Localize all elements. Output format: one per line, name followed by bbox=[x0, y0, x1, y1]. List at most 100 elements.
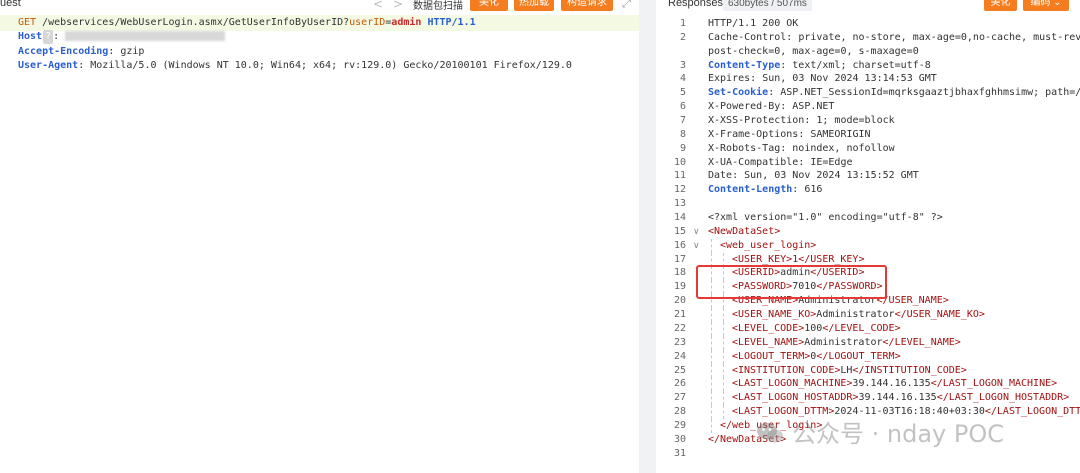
response-line[interactable]: 5 Set-Cookie: ASP.NET_SessionId=mqrksgaaz… bbox=[656, 86, 1080, 100]
header-key: Content-Length bbox=[708, 184, 793, 196]
line-number: 30 bbox=[673, 433, 686, 445]
line-number: 21 bbox=[673, 309, 686, 321]
code-value: : noindex, nofollow bbox=[780, 142, 895, 154]
indent-guide bbox=[711, 418, 712, 433]
code-text: Content-Length: 616 bbox=[708, 183, 822, 197]
xml-tag: <USER_NAME_KO> bbox=[732, 309, 817, 321]
line-number: 14 bbox=[673, 212, 686, 224]
response-pane: Responses 630bytes / 507ms 美化 编码 ⌄ 1 HTTP… bbox=[656, 0, 1080, 473]
response-title: Responses bbox=[668, 0, 724, 9]
response-line[interactable]: 3 Content-Type: text/xml; charset=utf-8 bbox=[656, 59, 1080, 73]
expand-icon[interactable]: ⤢ bbox=[622, 0, 631, 11]
code-text: X-UA-Compatible: IE=Edge bbox=[708, 156, 853, 170]
beautify-button[interactable]: 美化 bbox=[470, 0, 508, 11]
response-line[interactable]: 7 X-XSS-Protection: 1; mode=block bbox=[656, 114, 1080, 128]
line-number: 7 bbox=[679, 115, 686, 127]
request-path: /webservices/WebUserLogin.asmx/GetUserIn… bbox=[42, 17, 350, 28]
response-line[interactable]: 2 Cache-Control: private, no-store, max-a… bbox=[656, 31, 1080, 45]
response-line[interactable]: 11 Date: Sun, 03 Nov 2024 13:15:52 GMT bbox=[656, 169, 1080, 183]
line-number: 26 bbox=[673, 378, 686, 390]
response-line[interactable]: 10 X-UA-Compatible: IE=Edge bbox=[656, 156, 1080, 170]
build-request-button[interactable]: 构造请求 bbox=[561, 0, 613, 11]
response-beautify-button[interactable]: 美化 bbox=[984, 0, 1017, 11]
line-number: 17 bbox=[673, 253, 686, 265]
code-text: <web_user_login> bbox=[720, 239, 816, 253]
line-number: 27 bbox=[673, 392, 686, 404]
xml-tag: </LAST_LOGON_HOSTADDR> bbox=[936, 392, 1070, 404]
indent-guide bbox=[711, 377, 712, 392]
xml-tag: <web_user_login> bbox=[720, 239, 817, 251]
response-line[interactable]: 22 <LEVEL_CODE>100</LEVEL_CODE> bbox=[656, 321, 1080, 336]
xml-tag: </LOGOUT_TERM> bbox=[816, 350, 901, 362]
watermark: 公众号 · nday POC bbox=[756, 414, 1004, 448]
line-number: 31 bbox=[673, 447, 686, 459]
code-text: X-Frame-Options: SAMEORIGIN bbox=[708, 128, 871, 142]
xml-tag: <LOGOUT_TERM> bbox=[732, 350, 811, 362]
code-value: 39.144.16.135 bbox=[858, 392, 937, 404]
response-line[interactable]: 26 <LAST_LOGON_MACHINE>39.144.16.135</LAS… bbox=[656, 377, 1080, 392]
response-line[interactable]: 8 X-Frame-Options: SAMEORIGIN bbox=[656, 128, 1080, 142]
line-number: 9 bbox=[679, 142, 686, 154]
response-line[interactable]: post-check=0, max-age=0, s-maxage=0 bbox=[656, 45, 1080, 59]
indent-guide bbox=[711, 238, 712, 253]
code-text: <INSTITUTION_CODE>LH</INSTITUTION_CODE> bbox=[732, 364, 967, 378]
code-value: <?xml version="1.0" encoding="utf-8" ?> bbox=[708, 212, 943, 224]
host-sep: : bbox=[53, 31, 60, 42]
code-text: HTTP/1.1 200 OK bbox=[708, 17, 798, 31]
request-pane: uest < > 数据包扫描 美化 热加载 构造请求 ⤢ GET /webser… bbox=[0, 0, 639, 473]
host-question-badge: ? bbox=[43, 30, 54, 44]
prev-arrow-icon[interactable]: < bbox=[373, 0, 383, 11]
line-number: 4 bbox=[679, 73, 686, 85]
xml-tag: <LAST_LOGON_MACHINE> bbox=[732, 378, 853, 390]
encoding-dropdown[interactable]: 编码 ⌄ bbox=[1023, 0, 1069, 11]
response-line[interactable]: 13 bbox=[656, 197, 1080, 211]
response-line[interactable]: 31 bbox=[656, 447, 1080, 461]
code-value: 100 bbox=[804, 322, 823, 334]
code-text: Set-Cookie: ASP.NET_SessionId=mqrksgaazt… bbox=[708, 86, 1080, 100]
response-line[interactable]: 21 <USER_NAME_KO>Administrator</USER_NAME… bbox=[656, 308, 1080, 323]
accept-key: Accept-Encoding bbox=[18, 46, 109, 57]
code-value: : Sun, 03 Nov 2024 13:14:53 GMT bbox=[750, 73, 937, 85]
accept-encoding-line[interactable]: Accept-Encoding: gzip bbox=[18, 45, 144, 59]
fold-chevron-icon[interactable]: ∨ bbox=[693, 225, 700, 239]
response-line[interactable]: 12 Content-Length: 616 bbox=[656, 183, 1080, 197]
response-line[interactable]: 6 X-Powered-By: ASP.NET bbox=[656, 100, 1080, 114]
response-line[interactable]: 15 ∨ <NewDataSet> bbox=[656, 225, 1080, 239]
user-agent-line[interactable]: User-Agent: Mozilla/5.0 (Windows NT 10.0… bbox=[18, 59, 572, 73]
host-line[interactable]: Host?: bbox=[18, 30, 226, 44]
response-line[interactable]: 4 Expires: Sun, 03 Nov 2024 13:14:53 GMT bbox=[656, 72, 1080, 86]
ua-value: : Mozilla/5.0 (Windows NT 10.0; Win64; x… bbox=[78, 60, 572, 71]
indent-guide bbox=[711, 349, 712, 364]
request-title: uest bbox=[0, 0, 21, 9]
response-line[interactable]: 1 HTTP/1.1 200 OK bbox=[656, 17, 1080, 31]
xml-tag: <INSTITUTION_CODE> bbox=[732, 364, 841, 376]
xml-tag: </USER_NAME> bbox=[876, 295, 949, 307]
line-number: 16 bbox=[673, 239, 686, 251]
line-number: 24 bbox=[673, 350, 686, 362]
response-line[interactable]: 9 X-Robots-Tag: noindex, nofollow bbox=[656, 142, 1080, 156]
request-line[interactable]: GET /webservices/WebUserLogin.asmx/GetUs… bbox=[18, 16, 476, 30]
xml-tag: </INSTITUTION_CODE> bbox=[852, 364, 967, 376]
response-line[interactable]: 27 <LAST_LOGON_HOSTADDR>39.144.16.135</LA… bbox=[656, 391, 1080, 406]
redacted-host bbox=[65, 31, 226, 41]
packet-scan-label[interactable]: 数据包扫描 bbox=[413, 0, 463, 12]
code-text: X-XSS-Protection: 1; mode=block bbox=[708, 114, 895, 128]
line-number: 10 bbox=[673, 156, 686, 168]
code-value: 39.144.16.135 bbox=[852, 378, 931, 390]
fold-chevron-icon[interactable]: ∨ bbox=[693, 239, 700, 253]
next-arrow-icon[interactable]: > bbox=[393, 0, 403, 11]
response-line[interactable]: 14 <?xml version="1.0" encoding="utf-8" ?… bbox=[656, 211, 1080, 225]
response-line[interactable]: 16 ∨ <web_user_login> bbox=[656, 238, 1080, 253]
code-text: <USER_NAME_KO>Administrator</USER_NAME_K… bbox=[732, 308, 985, 322]
line-number: 12 bbox=[673, 184, 686, 196]
response-line[interactable]: 23 <LEVEL_NAME>Administrator</LEVEL_NAME> bbox=[656, 335, 1080, 350]
response-line[interactable]: 25 <INSTITUTION_CODE>LH</INSTITUTION_CODE… bbox=[656, 363, 1080, 378]
xml-tag: <NewDataSet> bbox=[708, 225, 781, 237]
code-value: HTTP/1.1 200 OK bbox=[708, 18, 799, 29]
response-line[interactable]: 24 <LOGOUT_TERM>0</LOGOUT_TERM> bbox=[656, 349, 1080, 364]
line-number: 1 bbox=[679, 18, 686, 29]
hot-reload-button[interactable]: 热加载 bbox=[514, 0, 554, 11]
code-value: : SAMEORIGIN bbox=[798, 128, 871, 140]
line-number: 20 bbox=[673, 295, 686, 307]
pane-divider[interactable] bbox=[639, 0, 656, 473]
